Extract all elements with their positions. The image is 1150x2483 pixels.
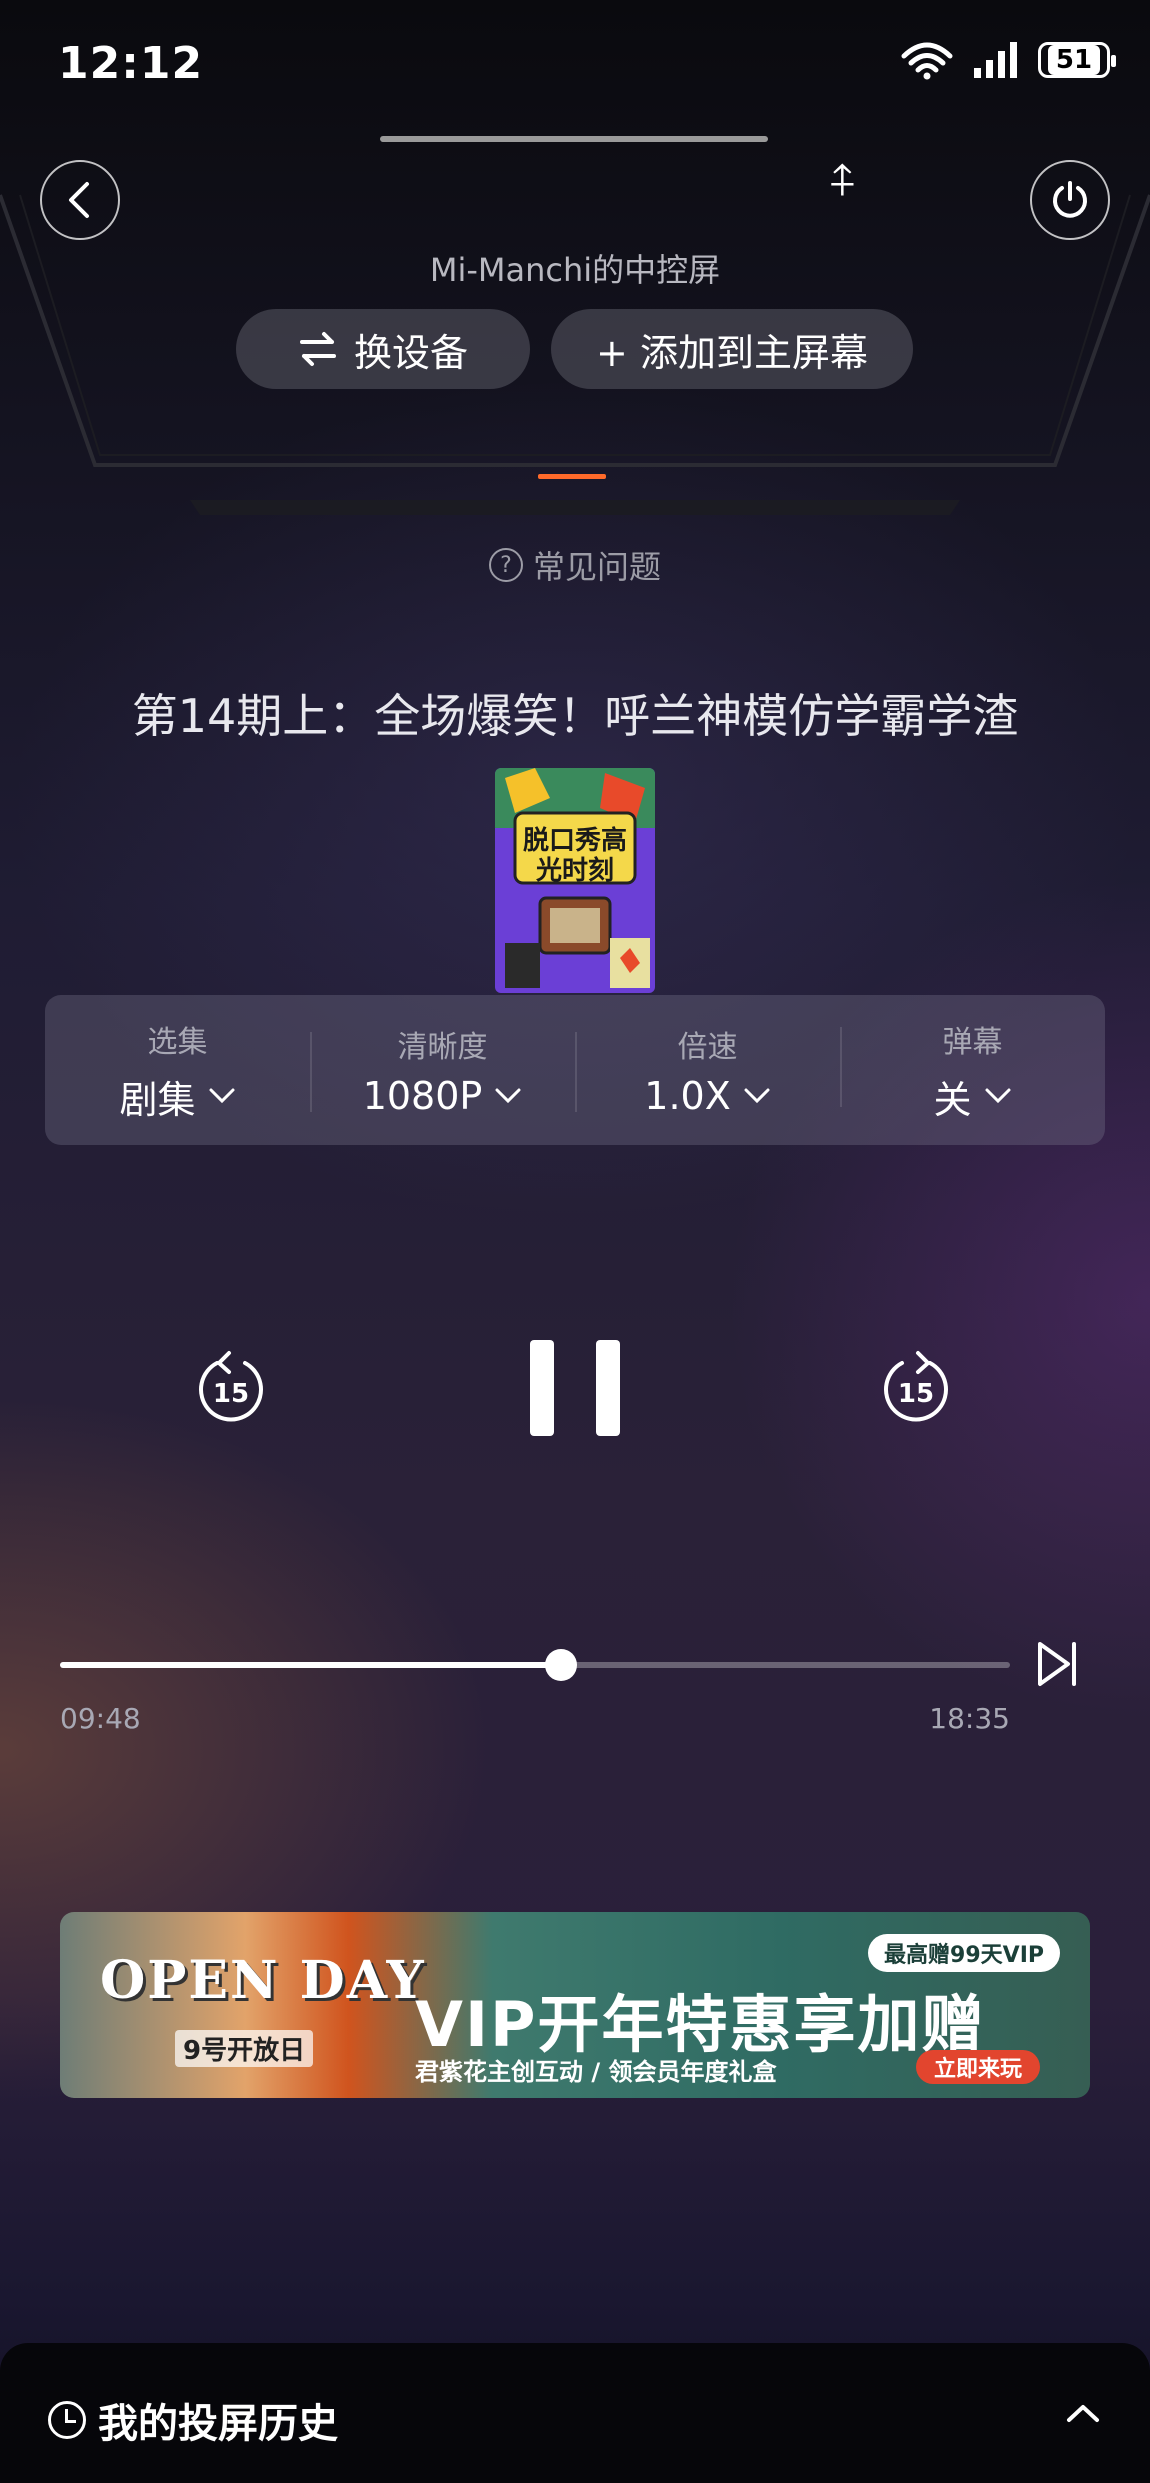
rewind-button[interactable]: 15: [195, 1345, 267, 1429]
episode-title: 第14期上：全场爆笑！呼兰神模仿学霸学渣: [131, 689, 1019, 743]
clock-icon: [48, 2401, 86, 2439]
rewind-seconds: 15: [213, 1379, 249, 1409]
total-time: 18:35: [929, 1702, 1010, 1735]
setting-speed[interactable]: 倍速 1.0X: [575, 1022, 840, 1118]
pause-icon-bar: [530, 1340, 554, 1436]
setting-episode[interactable]: 选集 剧集: [45, 1017, 310, 1124]
current-time: 09:48: [60, 1702, 141, 1735]
battery-level: 51: [1047, 45, 1101, 75]
progress-fill: [60, 1662, 561, 1668]
setting-danmaku[interactable]: 弹幕 关: [840, 1017, 1105, 1124]
next-episode-button[interactable]: [1036, 1638, 1080, 1690]
banner-headline: VIP开年特惠享加赠: [415, 1988, 986, 2061]
cover-text: 脱口秀高光时刻: [522, 826, 627, 886]
pause-button[interactable]: [530, 1340, 620, 1440]
forward-button[interactable]: 15: [880, 1345, 952, 1429]
wifi-icon: [901, 42, 953, 80]
episode-cover: 脱口秀高光时刻: [495, 768, 655, 993]
switch-device-label: 换设备: [353, 330, 468, 375]
faq-label: 常见问题: [532, 548, 661, 586]
banner-logo: OPEN DAY: [100, 1950, 426, 2011]
chevron-up-icon[interactable]: [1066, 2403, 1100, 2423]
help-icon: ?: [488, 548, 523, 582]
setting-value: 关: [933, 1077, 972, 1122]
setting-value: 剧集: [119, 1077, 196, 1122]
banner-badge: 最高赠99天VIP: [868, 1934, 1060, 1972]
chevron-left-icon: [69, 182, 89, 218]
forward-seconds: 15: [898, 1379, 934, 1409]
forward-icon: 15: [884, 1351, 948, 1422]
faq-link[interactable]: ? 常见问题: [0, 542, 1150, 588]
status-icons: 51: [900, 40, 1116, 80]
progress-track[interactable]: [60, 1649, 1010, 1681]
banner-logo-sub: 9号开放日: [175, 2030, 314, 2067]
chevron-down-icon: [495, 1088, 521, 1104]
device-name: Mi-Manchi的中控屏: [429, 251, 721, 289]
bluetooth-icon: ⍏: [830, 155, 857, 206]
setting-label: 倍速: [677, 1030, 738, 1065]
cast-history-sheet[interactable]: 我的投屏历史: [0, 2343, 1150, 2483]
chevron-down-icon: [209, 1088, 234, 1104]
setting-label: 弹幕: [942, 1024, 1003, 1060]
setting-quality[interactable]: 清晰度 1080P: [310, 1022, 575, 1118]
battery-icon: 51: [1038, 42, 1116, 78]
playback-settings-panel: 选集 剧集 清晰度 1080P 倍速 1.0X 弹幕 关: [45, 995, 1105, 1145]
cast-history-label: 我的投屏历史: [98, 2401, 338, 2447]
status-time: 12:12: [58, 38, 204, 89]
banner-subline: 君紫花主创互动 / 领会员年度礼盒: [415, 2058, 777, 2086]
chevron-down-icon: [985, 1088, 1010, 1104]
cast-history-header[interactable]: 我的投屏历史: [48, 2391, 338, 2449]
add-to-home-button[interactable]: + 添加到主屏幕: [551, 309, 913, 389]
progress-thumb[interactable]: [544, 1649, 577, 1681]
rewind-icon: 15: [199, 1351, 263, 1422]
promo-banner[interactable]: OPEN DAY 9号开放日 最高赠99天VIP VIP开年特惠享加赠 君紫花主…: [60, 1912, 1090, 2098]
skip-next-icon: [1038, 1642, 1076, 1686]
chevron-down-icon: [744, 1088, 770, 1104]
back-button[interactable]: [40, 160, 120, 240]
pause-icon-bar: [596, 1340, 620, 1436]
setting-value: 1080P: [362, 1074, 483, 1118]
swap-icon: [299, 332, 336, 366]
banner-cta-button[interactable]: 立即来玩: [915, 2050, 1040, 2084]
power-icon: [1053, 181, 1087, 218]
power-button[interactable]: [1030, 160, 1110, 240]
setting-label: 清晰度: [397, 1030, 488, 1065]
signal-icon: [974, 42, 1017, 78]
drag-handle[interactable]: [380, 136, 768, 142]
switch-device-button[interactable]: 换设备: [236, 309, 530, 389]
add-to-home-label: + 添加到主屏幕: [596, 330, 868, 375]
setting-value: 1.0X: [644, 1074, 731, 1118]
setting-label: 选集: [147, 1024, 208, 1060]
